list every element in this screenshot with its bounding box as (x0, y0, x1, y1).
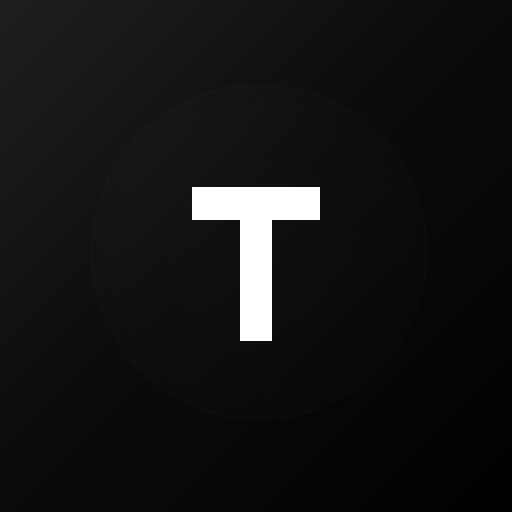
letter-t-stem (240, 187, 272, 341)
letter-t-icon: T (192, 187, 320, 341)
app-icon: T (0, 0, 512, 512)
